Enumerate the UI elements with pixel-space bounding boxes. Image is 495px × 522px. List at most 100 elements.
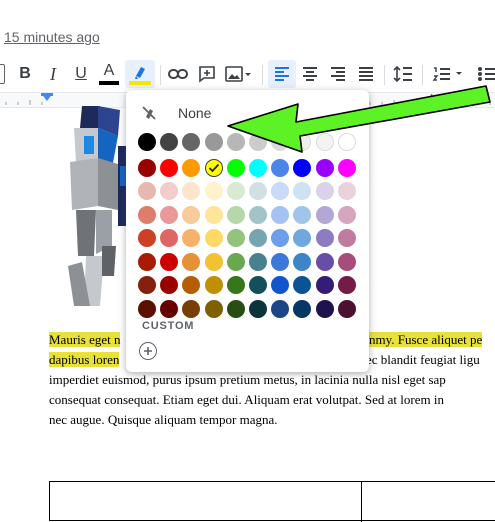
doc-line-1[interactable]: Mauris eget n: [49, 330, 121, 350]
color-swatch[interactable]: [226, 252, 245, 271]
align-center-icon: [303, 67, 317, 81]
color-swatch[interactable]: [293, 299, 312, 318]
color-swatch[interactable]: [226, 182, 245, 200]
color-swatch[interactable]: [182, 276, 201, 294]
doc-line-2[interactable]: dapibus loren: [49, 350, 120, 370]
highlighter-icon: [135, 66, 145, 79]
color-swatch[interactable]: [315, 252, 334, 271]
color-swatch[interactable]: [160, 133, 179, 151]
color-swatch[interactable]: [182, 133, 201, 151]
italic-button[interactable]: I: [43, 60, 63, 88]
color-swatch[interactable]: [138, 299, 156, 318]
color-swatch[interactable]: [271, 229, 290, 247]
underline-button[interactable]: U: [71, 60, 91, 88]
color-swatch[interactable]: [182, 252, 201, 271]
color-swatch[interactable]: [315, 182, 334, 200]
color-swatch[interactable]: [337, 276, 356, 294]
color-swatch[interactable]: [271, 252, 290, 271]
text-color-glyph: A: [103, 62, 115, 79]
bold-button[interactable]: B: [15, 60, 35, 88]
color-swatch[interactable]: [160, 299, 179, 318]
color-swatch[interactable]: [160, 182, 179, 200]
color-swatch[interactable]: [337, 229, 356, 247]
color-swatch[interactable]: [315, 229, 334, 247]
doc-line-2-right[interactable]: ec blandit feugiat ligu: [366, 350, 480, 370]
color-swatch[interactable]: [249, 158, 267, 177]
color-swatch[interactable]: [337, 299, 356, 318]
color-swatch[interactable]: [249, 276, 267, 294]
color-swatch[interactable]: [160, 252, 179, 271]
insert-comment-button[interactable]: [196, 60, 218, 88]
highlight-color-bar: [129, 80, 151, 85]
highlight-color-button[interactable]: [125, 60, 155, 88]
color-swatch[interactable]: [249, 252, 267, 271]
color-swatch[interactable]: [138, 182, 156, 200]
color-swatch[interactable]: [138, 133, 156, 151]
color-swatch[interactable]: [226, 229, 245, 247]
color-swatch[interactable]: [182, 182, 201, 200]
none-label: None: [178, 105, 212, 121]
color-swatch[interactable]: [204, 276, 223, 294]
color-swatch[interactable]: [293, 252, 312, 271]
indent-bar[interactable]: [41, 93, 53, 96]
color-swatch[interactable]: [226, 158, 245, 177]
color-swatch[interactable]: [226, 276, 245, 294]
color-swatch[interactable]: [315, 158, 334, 177]
color-swatch[interactable]: [293, 229, 312, 247]
color-swatch[interactable]: [138, 252, 156, 271]
color-swatch[interactable]: [249, 205, 267, 224]
color-swatch[interactable]: [160, 229, 179, 247]
color-swatch[interactable]: [293, 205, 312, 224]
doc-line-2-text: dapibus loren: [49, 352, 120, 367]
text-color-button[interactable]: A: [98, 60, 120, 88]
document-table[interactable]: [49, 481, 495, 522]
insert-link-button[interactable]: [166, 60, 190, 88]
color-swatch[interactable]: [182, 299, 201, 318]
color-swatch[interactable]: [160, 158, 179, 177]
color-swatch[interactable]: [204, 158, 223, 177]
toolbar-cutoff-box: [0, 60, 6, 88]
color-swatch[interactable]: [315, 205, 334, 224]
color-swatch[interactable]: [249, 229, 267, 247]
color-swatch[interactable]: [204, 252, 223, 271]
color-swatch[interactable]: [249, 299, 267, 318]
color-swatch[interactable]: [293, 276, 312, 294]
color-swatch[interactable]: [315, 276, 334, 294]
color-swatch[interactable]: [271, 299, 290, 318]
doc-line-4[interactable]: consequat consequat. Etiam eget dui. Ali…: [49, 390, 444, 410]
color-swatch[interactable]: [204, 229, 223, 247]
color-swatch[interactable]: [182, 229, 201, 247]
color-swatch[interactable]: [138, 158, 156, 177]
color-swatch[interactable]: [204, 299, 223, 318]
doc-line-5[interactable]: nec augue. Quisque aliquam tempor magna.: [49, 410, 278, 430]
color-swatch[interactable]: [271, 276, 290, 294]
doc-line-3[interactable]: imperdiet euismod, purus ipsum pretium m…: [49, 370, 446, 390]
color-swatch[interactable]: [138, 229, 156, 247]
color-swatch[interactable]: [337, 252, 356, 271]
link-icon: [168, 69, 188, 79]
color-swatch[interactable]: [226, 299, 245, 318]
custom-label: CUSTOM: [142, 320, 195, 332]
color-swatch[interactable]: [271, 182, 290, 200]
color-swatch[interactable]: [138, 276, 156, 294]
color-swatch[interactable]: [293, 182, 312, 200]
color-swatch[interactable]: [160, 205, 179, 224]
last-edit-link[interactable]: 15 minutes ago: [4, 29, 100, 45]
color-swatch[interactable]: [160, 276, 179, 294]
add-custom-color-button[interactable]: [139, 342, 157, 360]
color-swatch[interactable]: [337, 205, 356, 224]
color-swatch[interactable]: [271, 205, 290, 224]
color-swatch[interactable]: [182, 158, 201, 177]
color-swatch[interactable]: [337, 182, 356, 200]
color-swatch[interactable]: [204, 205, 223, 224]
doc-line-1-right[interactable]: nmy. Fusce aliquet pe: [369, 330, 483, 350]
color-swatch[interactable]: [204, 182, 223, 200]
color-swatch[interactable]: [226, 205, 245, 224]
color-swatch[interactable]: [271, 158, 290, 177]
color-swatch[interactable]: [182, 205, 201, 224]
color-swatch[interactable]: [315, 299, 334, 318]
color-swatch[interactable]: [138, 205, 156, 224]
color-swatch[interactable]: [249, 182, 267, 200]
color-swatch[interactable]: [337, 158, 356, 177]
color-swatch[interactable]: [293, 158, 312, 177]
